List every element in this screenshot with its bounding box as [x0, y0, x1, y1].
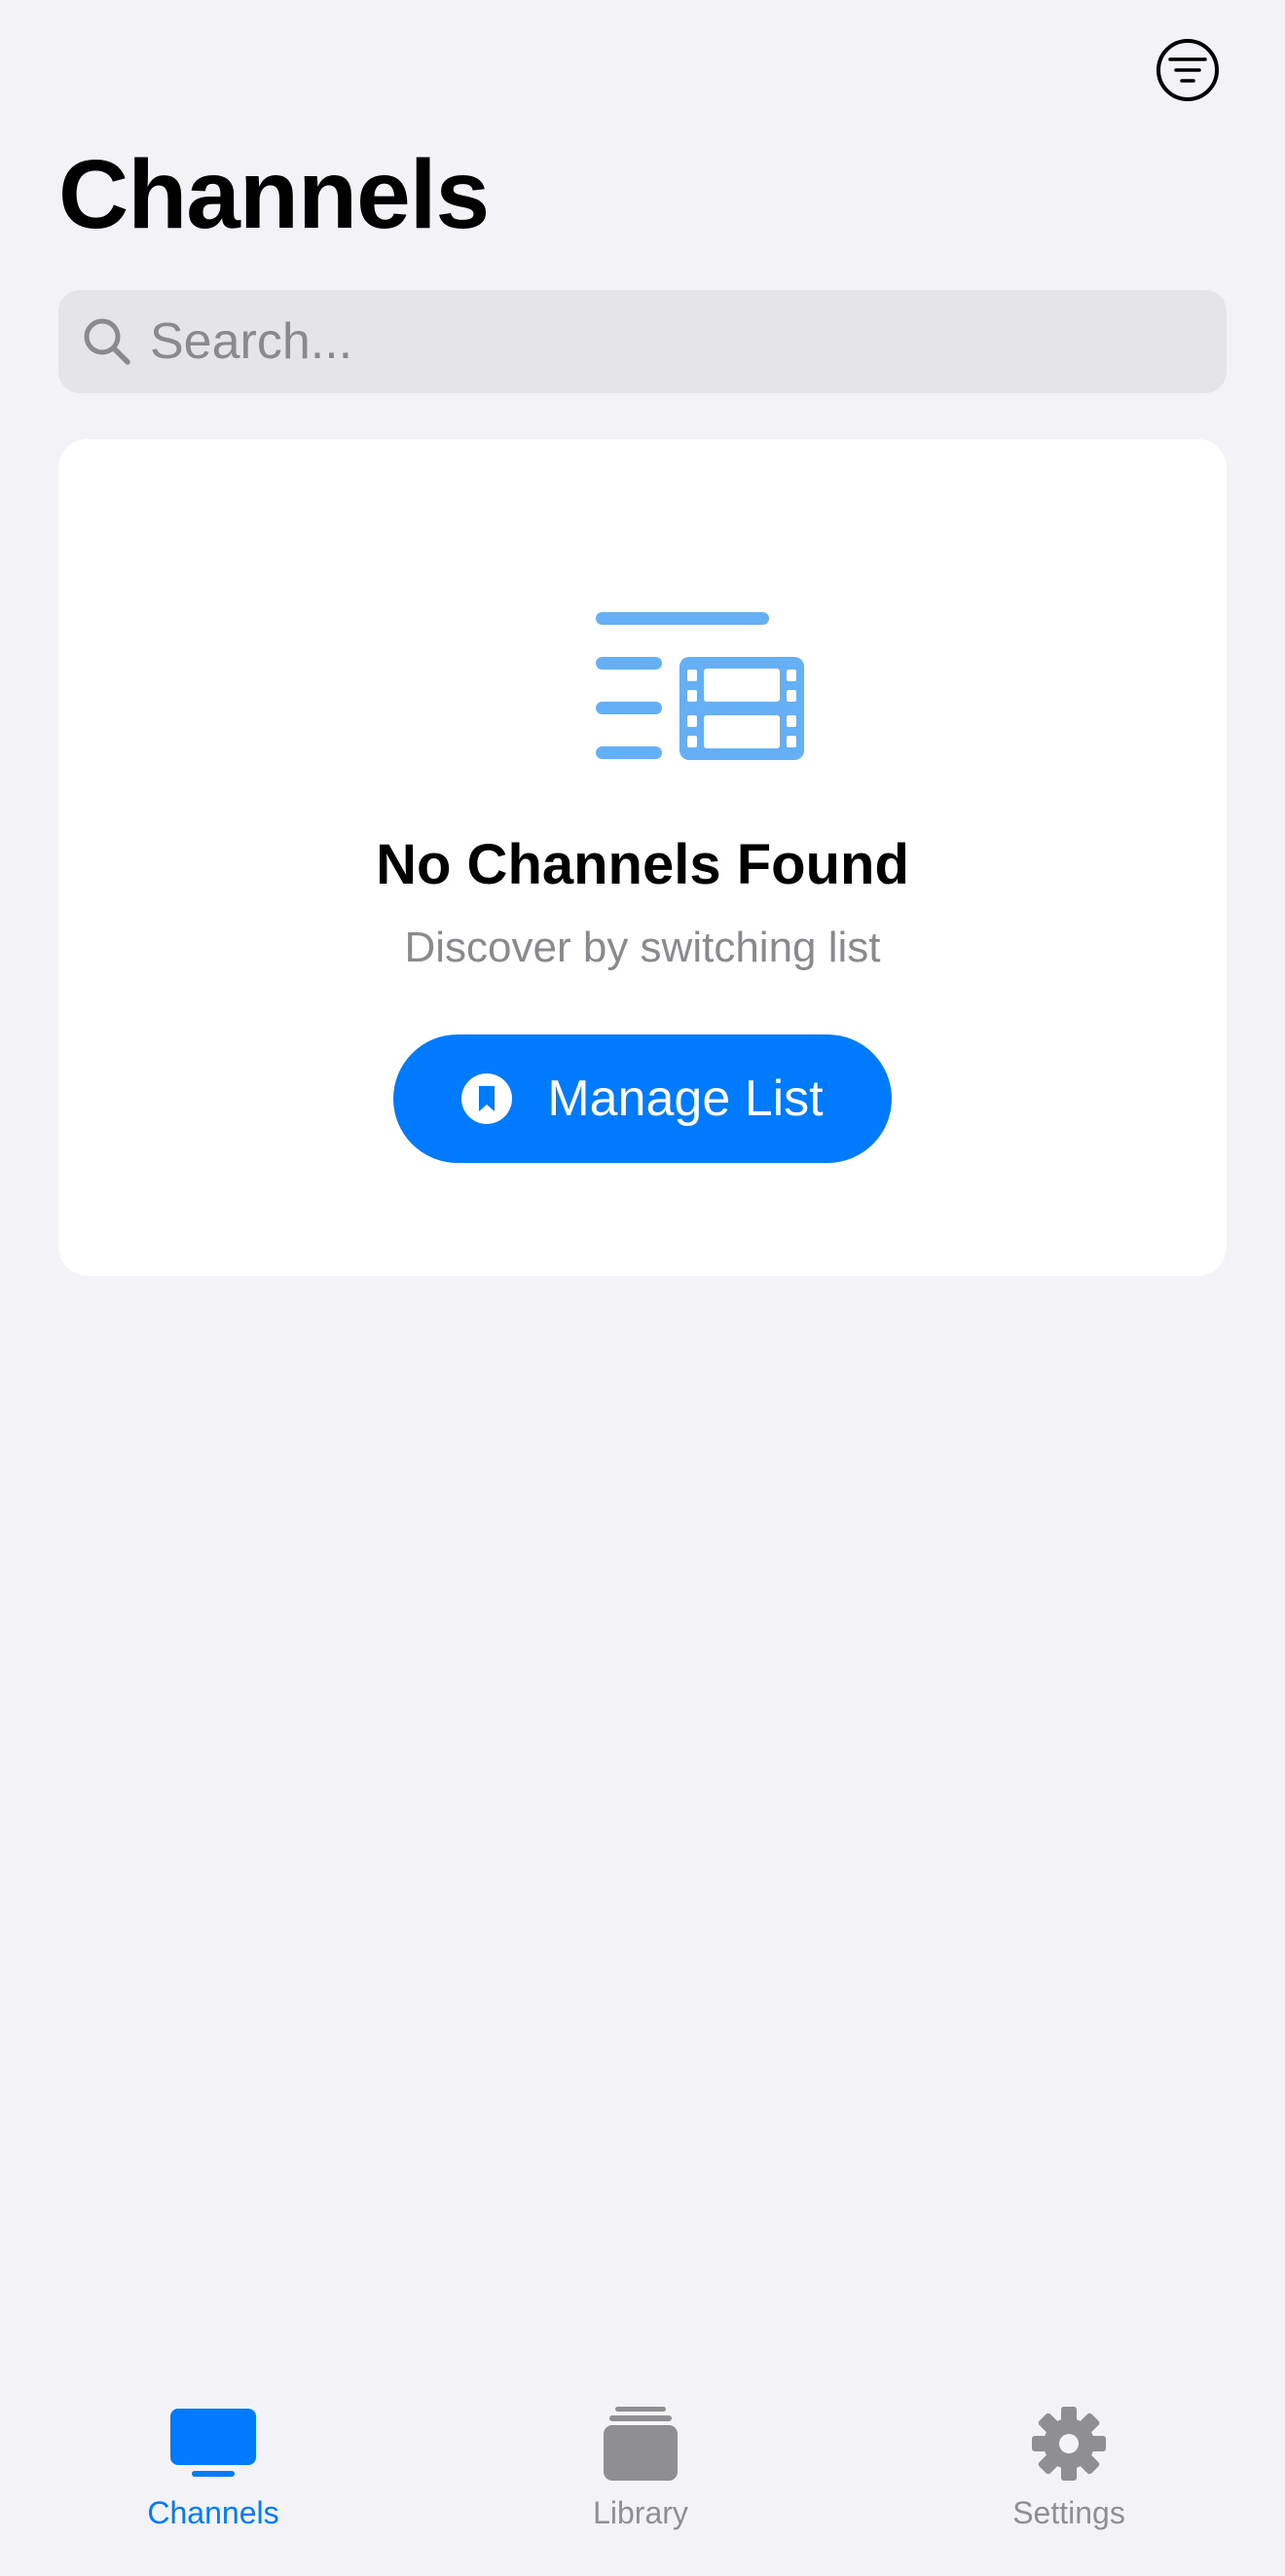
manage-list-button[interactable]: Manage List [393, 1034, 892, 1163]
search-input[interactable] [150, 290, 1227, 393]
list-and-film-icon [596, 612, 804, 760]
manage-list-label: Manage List [547, 1070, 824, 1127]
tab-label-channels: Channels [147, 2495, 279, 2530]
search-icon [80, 314, 134, 369]
filter-button[interactable] [1156, 39, 1219, 101]
tab-library[interactable]: Library [514, 2404, 767, 2550]
empty-state-subtitle: Discover by switching list [404, 924, 881, 971]
stacked-folders-icon [592, 2404, 689, 2484]
tab-channels[interactable]: Channels [87, 2404, 340, 2550]
search-bar[interactable] [58, 290, 1227, 393]
tv-icon [165, 2404, 262, 2484]
tab-label-settings: Settings [1012, 2495, 1125, 2530]
filter-icon [1168, 57, 1207, 83]
tab-label-library: Library [593, 2495, 688, 2530]
tab-settings[interactable]: Settings [942, 2404, 1195, 2550]
empty-state-card: No Channels Found Discover by switching … [58, 439, 1227, 1276]
tab-bar: Channels Library Settings [0, 2375, 1285, 2576]
page-title: Channels [58, 140, 490, 249]
bookmark-circle-icon [461, 1073, 513, 1124]
empty-state-title: No Channels Found [376, 833, 909, 896]
gear-icon [1020, 2404, 1118, 2484]
